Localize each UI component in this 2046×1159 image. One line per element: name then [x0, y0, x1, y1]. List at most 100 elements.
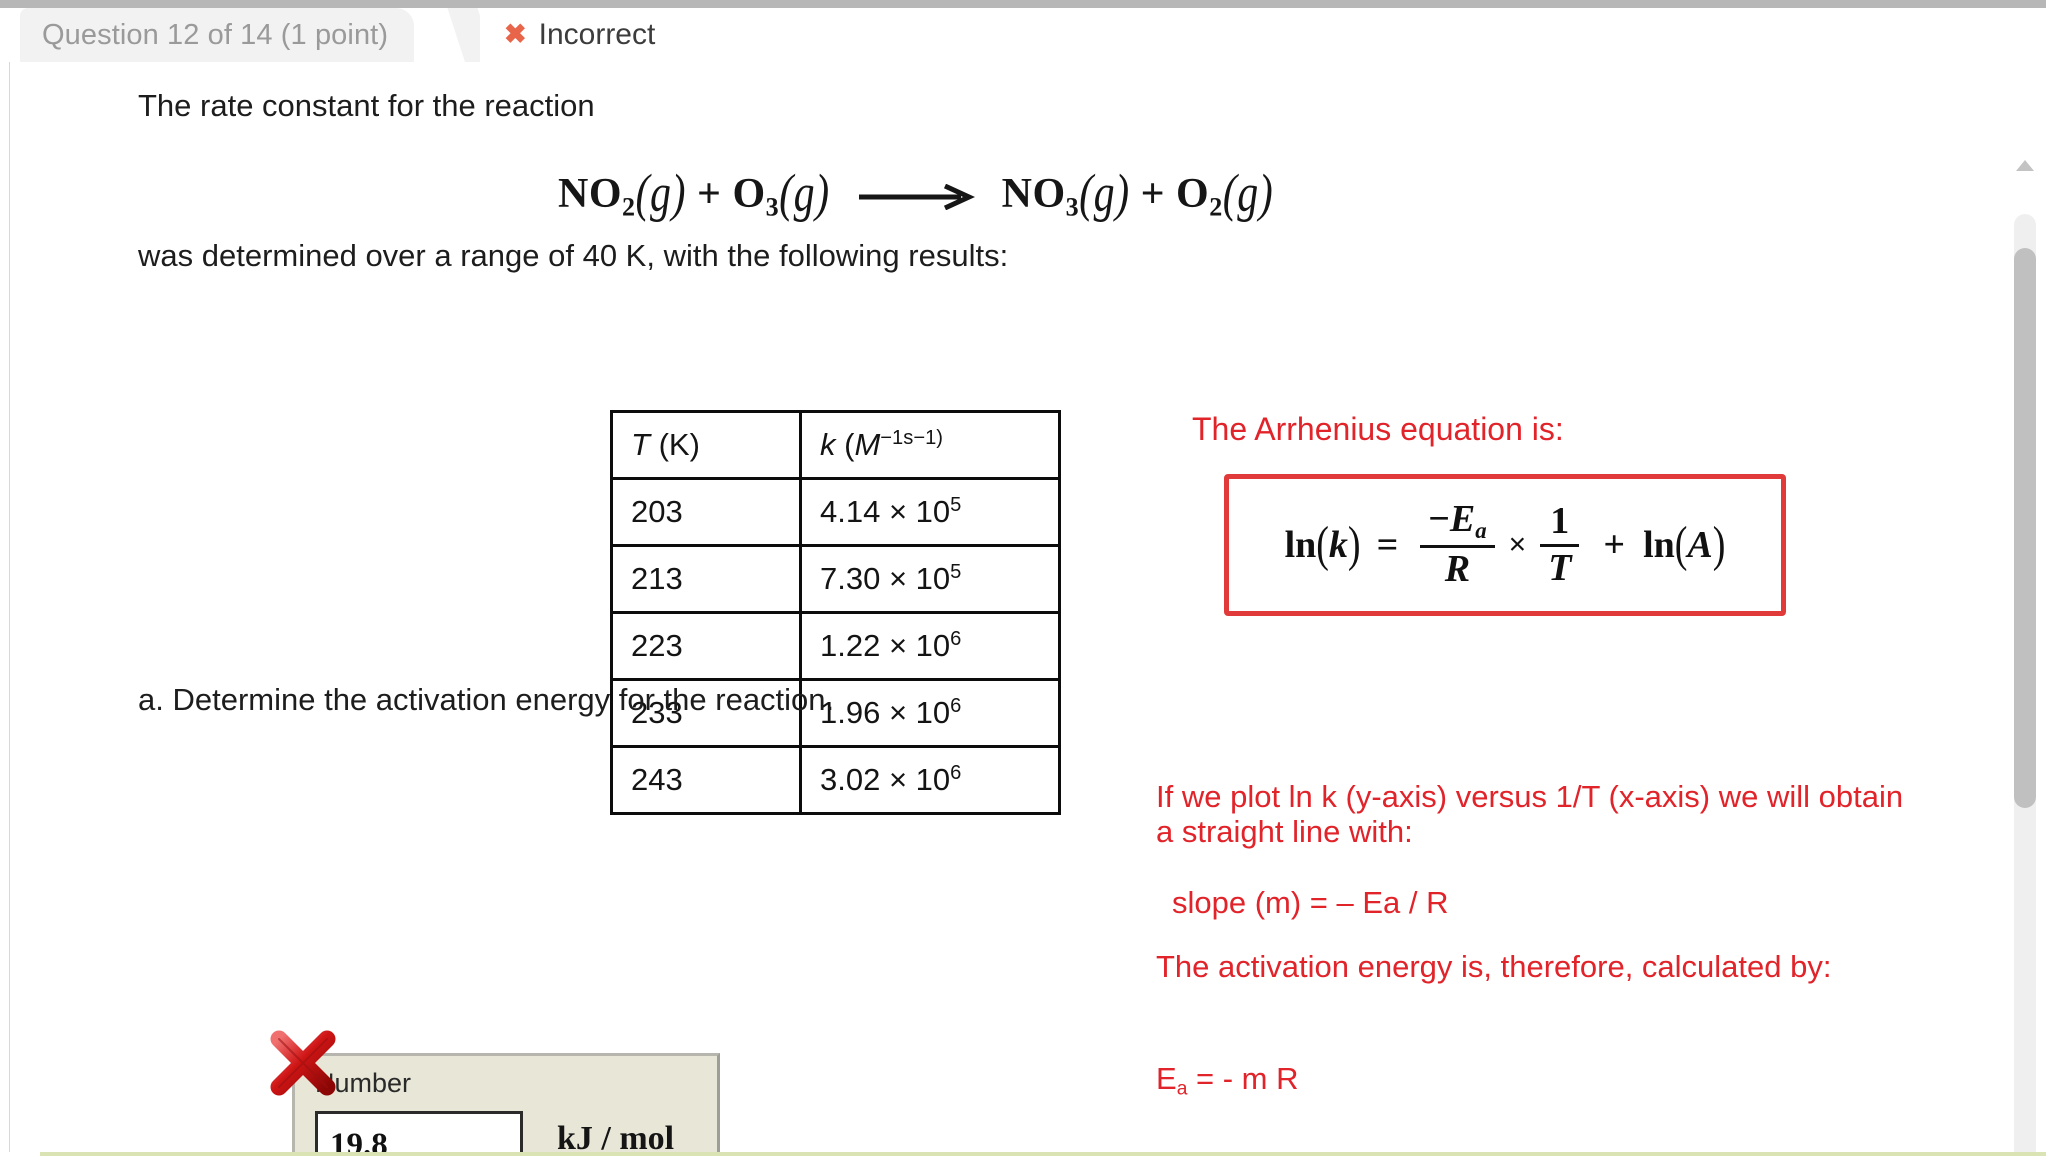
- fraction-denominator-r: R: [1420, 544, 1495, 590]
- temperature-unit: (K): [658, 427, 700, 462]
- multiplication-sign: ×: [1508, 528, 1527, 561]
- reactant-1-formula: NO: [558, 171, 622, 217]
- table-row: 223 1.22 × 106: [610, 611, 1061, 681]
- a-variable: A: [1687, 524, 1713, 566]
- rate-constant-unit-exponents: −1s−1): [880, 426, 943, 449]
- k-times-ten: × 10: [888, 628, 951, 664]
- table-row: 213 7.30 × 105: [610, 544, 1061, 614]
- product-1-formula: NO: [1001, 171, 1066, 217]
- reactant-1-subscript: 2: [622, 192, 636, 222]
- reactant-2-state: (g): [779, 165, 830, 223]
- ln-symbol-rhs: ln: [1643, 524, 1675, 566]
- slope-formula-text: slope (m) = – Ea / R: [1172, 885, 1449, 920]
- product-1-subscript: 3: [1065, 192, 1080, 222]
- answer-panel: Number kJ / mol: [292, 1053, 720, 1152]
- arrhenius-heading: The Arrhenius equation is:: [1192, 411, 1564, 447]
- rate-constant-unit-open: (: [844, 427, 855, 463]
- ea-formula-symbol: E: [1156, 1061, 1177, 1096]
- ln-symbol-lhs: ln: [1284, 524, 1317, 566]
- cell-rate-constant: 3.02 × 106: [799, 745, 1061, 815]
- cell-temperature: 213: [610, 544, 802, 614]
- cell-rate-constant: 1.96 × 106: [799, 678, 1061, 748]
- rate-constant-symbol: k: [820, 427, 836, 463]
- k-times-ten: × 10: [888, 762, 951, 798]
- minus-sign: −: [1428, 498, 1450, 541]
- product-2-formula: O: [1176, 171, 1210, 217]
- ea-symbol: E: [1449, 498, 1476, 541]
- tab-status-incorrect[interactable]: ✖ Incorrect: [480, 8, 700, 62]
- ea-formula-subscript: a: [1176, 1078, 1188, 1100]
- k-exponent: 6: [950, 761, 962, 784]
- equation-plus-2: +: [1140, 171, 1166, 217]
- tab-status-label: Incorrect: [538, 18, 656, 51]
- table-row: 243 3.02 × 106: [610, 745, 1061, 815]
- window-top-strip: [0, 0, 2046, 8]
- x-mark-icon: ✖: [504, 18, 527, 49]
- ea-formula-rest: = - m R: [1187, 1061, 1299, 1096]
- red-x-icon: [270, 1030, 336, 1096]
- k-exponent: 5: [950, 493, 962, 516]
- cell-rate-constant: 7.30 × 105: [799, 544, 1061, 614]
- k-exponent: 6: [950, 627, 962, 650]
- fraction-numerator-one: 1: [1550, 499, 1570, 542]
- activation-energy-explanation-text: The activation energy is, therefore, cal…: [1156, 949, 1832, 984]
- k-mantissa: 4.14: [820, 494, 881, 530]
- part-a-prompt: a. Determine the activation energy for t…: [138, 682, 835, 717]
- cell-temperature: 243: [610, 745, 802, 815]
- chemical-equation: NO2(g) + O3(g) NO3(g) + O2(g): [558, 165, 1273, 223]
- k-times-ten: × 10: [888, 561, 951, 597]
- reactant-2-formula: O: [732, 171, 766, 217]
- ea-subscript: a: [1475, 518, 1487, 543]
- ln-a-label: ln(A): [1643, 517, 1726, 573]
- tab-bar: Question 12 of 14 (1 point) ✖ Incorrect: [10, 8, 2046, 62]
- product-1-state: (g): [1079, 165, 1130, 223]
- chevron-up-icon[interactable]: [2016, 160, 2034, 171]
- product-2-subscript: 2: [1209, 192, 1223, 222]
- fraction-ea-over-r: −Ea R: [1420, 498, 1495, 590]
- arrow-right-icon: [857, 173, 975, 221]
- k-variable: k: [1328, 524, 1348, 566]
- cell-rate-constant: 1.22 × 106: [799, 611, 1061, 681]
- k-exponent: 6: [950, 694, 962, 717]
- rate-constant-unit-molarity: M: [854, 427, 881, 463]
- cell-temperature: 203: [610, 477, 802, 547]
- header-cell-temperature: T (K): [610, 410, 802, 480]
- k-mantissa: 3.02: [820, 762, 881, 798]
- question-content-pane: The rate constant for the reaction NO2(g…: [10, 62, 2046, 1152]
- content-scrollbar[interactable]: [2010, 132, 2040, 1152]
- reactant-1-state: (g): [635, 165, 686, 223]
- tab-question-counter-label: Question 12 of 14 (1 point): [42, 18, 389, 51]
- equation-plus-1: +: [697, 171, 722, 217]
- ea-formula-text: Ea = - m R: [1156, 1061, 1299, 1100]
- window-bottom-accent: [40, 1152, 2046, 1156]
- ln-k-label: ln(k): [1284, 517, 1361, 573]
- kinetics-data-table: T (K) k (M−1s−1) 203 4.14 × 105 213 7.30…: [610, 410, 1061, 815]
- k-exponent: 5: [950, 560, 962, 583]
- fraction-numerator-ea: −Ea: [1420, 498, 1494, 545]
- tab-question-counter[interactable]: Question 12 of 14 (1 point): [20, 8, 415, 62]
- cell-temperature: 223: [610, 611, 802, 681]
- temperature-symbol: T: [631, 427, 650, 462]
- answer-units-label: kJ / mol: [557, 1120, 675, 1152]
- header-cell-rate-constant: k (M−1s−1): [799, 410, 1061, 480]
- arrhenius-equation: ln(k) = −Ea R × 1 T + ln(A): [1229, 479, 1781, 611]
- plus-sign: +: [1603, 524, 1626, 566]
- k-times-ten: × 10: [888, 494, 951, 530]
- answer-number-input[interactable]: [315, 1111, 523, 1152]
- plot-explanation-text: If we plot ln k (y-axis) versus 1/T (x-a…: [1156, 779, 1904, 849]
- k-mantissa: 7.30: [820, 561, 881, 597]
- data-table-body: T (K) k (M−1s−1) 203 4.14 × 105 213 7.30…: [610, 410, 1061, 815]
- reactant-2-subscript: 3: [765, 192, 780, 222]
- quiz-window: Question 12 of 14 (1 point) ✖ Incorrect …: [0, 0, 2046, 1159]
- fraction-denominator-t: T: [1540, 543, 1580, 589]
- scrollbar-thumb[interactable]: [2014, 248, 2036, 808]
- question-intro-text: The rate constant for the reaction: [138, 88, 595, 123]
- cell-rate-constant: 4.14 × 105: [799, 477, 1061, 547]
- equals-sign: =: [1376, 524, 1399, 566]
- k-times-ten: × 10: [888, 695, 951, 731]
- arrhenius-equation-box: ln(k) = −Ea R × 1 T + ln(A): [1224, 474, 1786, 616]
- table-header-row: T (K) k (M−1s−1): [610, 410, 1061, 480]
- k-mantissa: 1.22: [820, 628, 881, 664]
- product-2-state: (g): [1222, 165, 1274, 223]
- question-body-text: was determined over a range of 40 K, wit…: [138, 238, 1009, 273]
